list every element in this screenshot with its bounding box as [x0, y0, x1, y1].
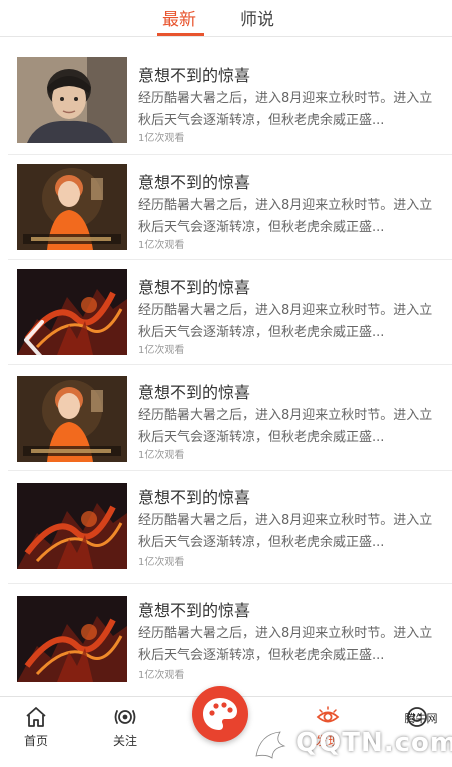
nav-discover-label: 发现: [315, 734, 340, 748]
item-title[interactable]: 意想不到的惊喜: [138, 383, 250, 403]
list-item[interactable]: 意想不到的惊喜 经历酷暑大暑之后，进入8月迎来立秋时节。进入立 秋后天气会逐渐转…: [0, 365, 452, 471]
palette-icon: [203, 698, 237, 730]
tab-latest[interactable]: 最新: [162, 9, 196, 31]
item-title[interactable]: 意想不到的惊喜: [138, 66, 250, 86]
list-item[interactable]: 意想不到的惊喜 经历酷暑大暑之后，进入8月迎来立秋时节。进入立 秋后天气会逐渐转…: [0, 584, 452, 690]
nav-follow-label: 关注: [112, 734, 137, 748]
nav-discover[interactable]: 发现: [293, 697, 363, 767]
view-count: 1亿次观看: [138, 450, 185, 461]
eye-icon: [316, 705, 340, 729]
chevron-left-icon[interactable]: [22, 318, 46, 362]
view-count: 1亿次观看: [138, 133, 185, 144]
nav-profile[interactable]: [382, 697, 452, 767]
view-count: 1亿次观看: [138, 345, 185, 356]
item-title[interactable]: 意想不到的惊喜: [138, 173, 250, 193]
list-item[interactable]: 意想不到的惊喜 经历酷暑大暑之后，进入8月迎来立秋时节。进入立 秋后天气会逐渐转…: [0, 155, 452, 261]
nav-follow[interactable]: 关注: [90, 697, 160, 767]
thumbnail-portrait: [17, 57, 127, 143]
nav-home-label: 首页: [23, 734, 48, 748]
item-title[interactable]: 意想不到的惊喜: [138, 488, 250, 508]
home-icon: [24, 705, 48, 729]
item-description: 经历酷暑大暑之后，进入8月迎来立秋时节。进入立 秋后天气会逐渐转凉，但秋老虎余威…: [138, 513, 433, 550]
top-tab-bar: 最新 师说: [0, 0, 452, 37]
item-description: 经历酷暑大暑之后，进入8月迎来立秋时节。进入立 秋后天气会逐渐转凉，但秋老虎余威…: [138, 626, 433, 663]
center-create-button[interactable]: [192, 686, 248, 742]
list-item[interactable]: 意想不到的惊喜 经历酷暑大暑之后，进入8月迎来立秋时节。进入立 秋后天气会逐渐转…: [0, 471, 452, 584]
tab-teacher-says[interactable]: 师说: [240, 9, 274, 31]
view-count: 1亿次观看: [138, 670, 185, 681]
item-description: 经历酷暑大暑之后，进入8月迎来立秋时节。进入立 秋后天气会逐渐转凉，但秋老虎余威…: [138, 408, 433, 445]
smiley-icon: [405, 705, 429, 729]
thumbnail-singer-poster: [17, 164, 127, 250]
follow-icon: [113, 705, 137, 729]
item-title[interactable]: 意想不到的惊喜: [138, 278, 250, 298]
thumbnail-dragon-art: [17, 483, 127, 569]
list-item[interactable]: 意想不到的惊喜 经历酷暑大暑之后，进入8月迎来立秋时节。进入立 秋后天气会逐渐转…: [0, 260, 452, 366]
view-count: 1亿次观看: [138, 557, 185, 568]
nav-home[interactable]: 首页: [1, 697, 71, 767]
item-title[interactable]: 意想不到的惊喜: [138, 601, 250, 621]
item-description: 经历酷暑大暑之后，进入8月迎来立秋时节。进入立 秋后天气会逐渐转凉，但秋老虎余威…: [138, 198, 433, 235]
thumbnail-dragon-art: [17, 596, 127, 682]
item-description: 经历酷暑大暑之后，进入8月迎来立秋时节。进入立 秋后天气会逐渐转凉，但秋老虎余威…: [138, 303, 433, 340]
thumbnail-singer-poster: [17, 376, 127, 462]
item-description: 经历酷暑大暑之后，进入8月迎来立秋时节。进入立 秋后天气会逐渐转凉，但秋老虎余威…: [138, 91, 433, 128]
view-count: 1亿次观看: [138, 240, 185, 251]
list-item[interactable]: 意想不到的惊喜 经历酷暑大暑之后，进入8月迎来立秋时节。进入立 秋后天气会逐渐转…: [0, 37, 452, 155]
